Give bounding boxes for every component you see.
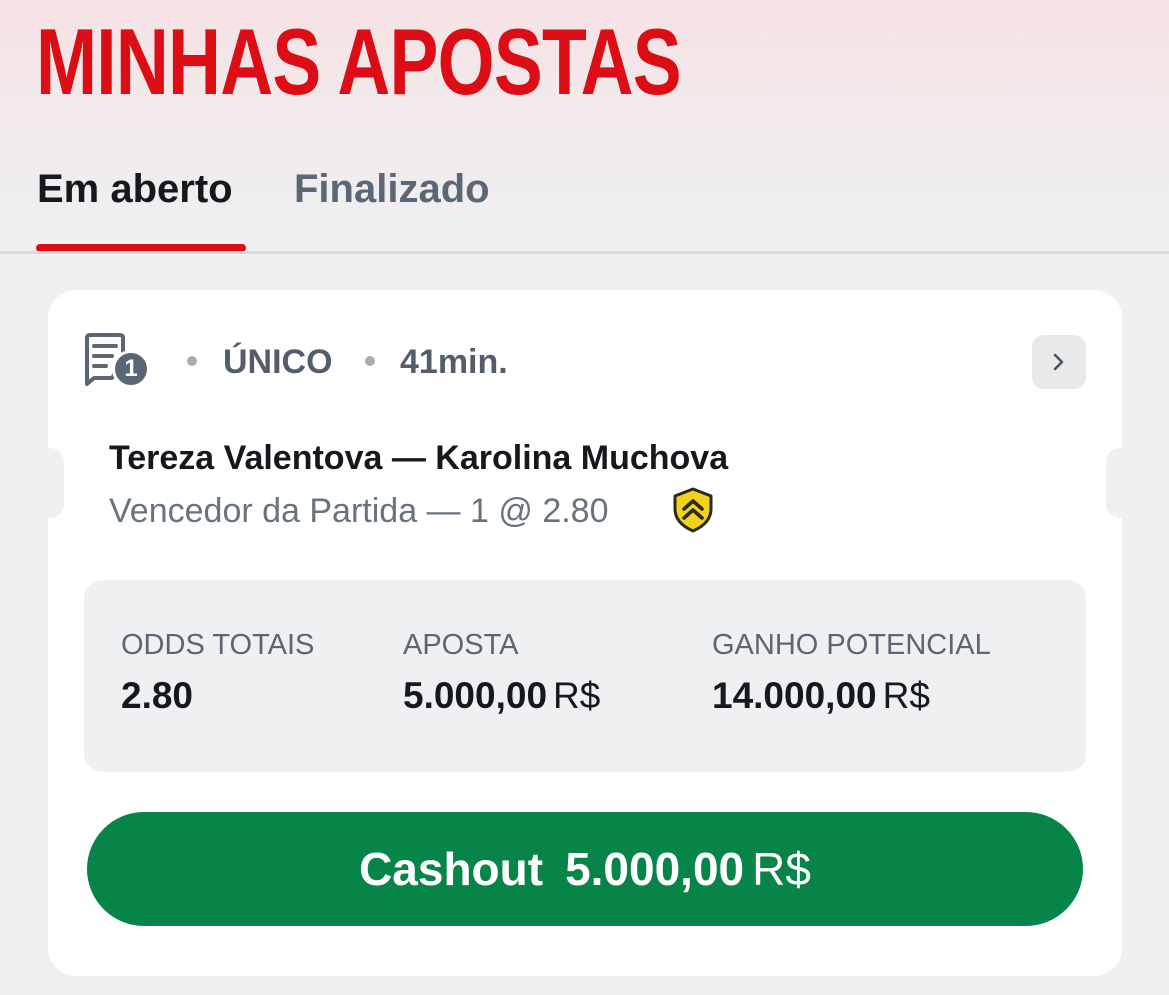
bet-card: 1 ÚNICO 41min. Tereza Valentova — Karoli…	[48, 290, 1122, 976]
bet-details-button[interactable]	[1032, 335, 1086, 389]
market-selection: Vencedor da Partida — 1 @ 2.80	[109, 492, 609, 530]
odds-label: ODDS TOTAIS	[121, 629, 315, 661]
bet-time: 41min.	[400, 343, 508, 381]
bet-type: ÚNICO	[223, 343, 333, 381]
shield-boost-icon	[671, 487, 715, 533]
tab-finalizado[interactable]: Finalizado	[294, 164, 490, 214]
separator-dot	[187, 356, 197, 366]
potential-win-amount: 14.000,00	[712, 675, 877, 716]
tabs-bar: Em aberto Finalizado	[0, 150, 1169, 254]
potential-win-value: 14.000,00 R$	[712, 674, 930, 718]
tabs-divider	[0, 251, 1169, 254]
cashout-currency: R$	[752, 843, 811, 895]
stake-currency: R$	[553, 675, 601, 716]
match-title: Tereza Valentova — Karolina Muchova	[109, 439, 729, 477]
separator-dot	[365, 356, 375, 366]
odds-number: 2.80	[121, 675, 194, 716]
stake-label: APOSTA	[403, 629, 519, 661]
page-title: MINHAS APOSTAS	[36, 9, 682, 114]
bet-summary: ODDS TOTAIS 2.80 APOSTA 5.000,00 R$ GANHO…	[84, 580, 1086, 772]
potential-win-currency: R$	[882, 675, 930, 716]
cashout-amount: 5.000,00	[565, 843, 745, 895]
potential-win-label: GANHO POTENCIAL	[712, 629, 991, 661]
cashout-button[interactable]: Cashout 5.000,00 R$	[87, 812, 1083, 926]
stake-value: 5.000,00 R$	[403, 674, 600, 718]
selections-count-badge: 1	[112, 350, 150, 388]
cashout-label: Cashout	[359, 843, 544, 895]
chevron-right-icon	[1053, 353, 1064, 371]
ticket-notch-left	[48, 448, 64, 518]
odds-value: 2.80	[121, 674, 193, 718]
tab-em-aberto[interactable]: Em aberto	[37, 164, 233, 214]
ticket-notch-right	[1106, 448, 1122, 518]
stake-amount: 5.000,00	[403, 675, 548, 716]
